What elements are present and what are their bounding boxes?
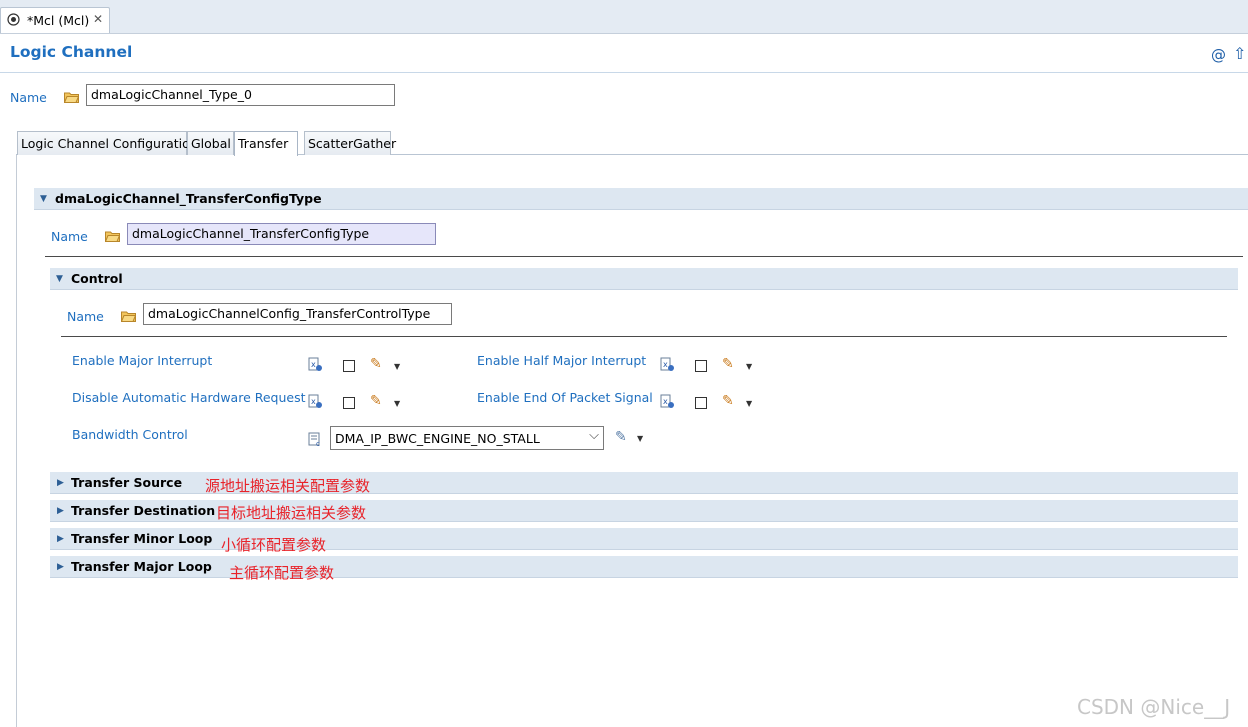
channel-name-input[interactable]: dmaLogicChannel_Type_0	[86, 84, 395, 106]
enable-major-interrupt-label: Enable Major Interrupt	[72, 353, 213, 368]
pencil-icon[interactable]: ✎	[370, 393, 382, 409]
annotation-transfer-source: 源地址搬运相关配置参数	[205, 477, 371, 495]
header-separator	[0, 72, 1248, 73]
separator	[45, 256, 1243, 257]
expand-right-icon[interactable]: ▶	[57, 534, 64, 544]
transfer-config-name-input[interactable]: dmaLogicChannel_TransferConfigType	[127, 223, 436, 245]
svg-text:x: x	[663, 360, 668, 369]
editor-tab-bar	[0, 0, 1248, 34]
separator	[61, 336, 1227, 337]
up-arrow-icon[interactable]: ⇧	[1233, 44, 1246, 63]
expand-down-icon[interactable]: ▼	[56, 274, 63, 284]
tab-transfer[interactable]: Transfer	[234, 131, 298, 156]
pencil-icon[interactable]: ✎	[722, 393, 734, 409]
section-title: dmaLogicChannel_TransferConfigType	[55, 191, 322, 206]
tab-logic-channel-configuration[interactable]: Logic Channel Configuration	[17, 131, 198, 155]
dropdown-arrow-icon[interactable]: ▼	[746, 399, 752, 408]
section-title: Transfer Major Loop	[71, 559, 212, 574]
tab-scattergather[interactable]: ScatterGather	[304, 131, 396, 155]
annotation-transfer-major-loop: 主循环配置参数	[229, 564, 335, 582]
control-section-header[interactable]: ▼ Control	[50, 268, 1238, 290]
bandwidth-control-label: Bandwidth Control	[72, 427, 188, 442]
annotation-transfer-minor-loop: 小循环配置参数	[221, 536, 327, 554]
transfer-config-name-label: Name	[51, 229, 88, 244]
svg-text:c: c	[316, 440, 320, 447]
dropdown-arrow-icon[interactable]: ▼	[746, 362, 752, 371]
section-title: Control	[71, 271, 123, 286]
watermark: CSDN @Nice__J	[1077, 695, 1231, 719]
dropdown-arrow-icon[interactable]: ▼	[637, 434, 643, 443]
expand-down-icon[interactable]: ▼	[40, 194, 47, 204]
folder-icon[interactable]	[64, 92, 79, 103]
module-icon	[7, 13, 20, 26]
at-icon[interactable]: @	[1211, 46, 1226, 64]
svg-text:x: x	[311, 360, 316, 369]
bandwidth-control-select[interactable]: DMA_IP_BWC_ENGINE_NO_STALL ⌵	[330, 426, 604, 450]
enable-half-major-interrupt-label: Enable Half Major Interrupt	[477, 353, 647, 368]
dropdown-arrow-icon[interactable]: ▼	[394, 399, 400, 408]
tab-global[interactable]: Global	[187, 131, 234, 155]
section-title: Transfer Destination	[71, 503, 216, 518]
control-name-input[interactable]: dmaLogicChannelConfig_TransferControlTyp…	[143, 303, 452, 325]
enable-end-of-packet-signal-checkbox[interactable]	[695, 397, 707, 409]
page-title: Logic Channel	[10, 43, 133, 61]
variable-icon[interactable]: x	[308, 357, 323, 372]
section-title: Transfer Minor Loop	[71, 531, 213, 546]
editor-tab-mcl[interactable]: *Mcl (Mcl) ✕	[0, 7, 110, 33]
annotation-transfer-destination: 目标地址搬运相关参数	[216, 504, 367, 522]
editor-tab-label: *Mcl (Mcl)	[27, 13, 90, 28]
enable-half-major-interrupt-checkbox[interactable]	[695, 360, 707, 372]
disable-automatic-hw-request-label: Disable Automatic Hardware Request	[72, 390, 306, 405]
section-title: Transfer Source	[71, 475, 183, 490]
disable-automatic-hw-request-checkbox[interactable]	[343, 397, 355, 409]
variable-icon[interactable]: x	[308, 394, 323, 409]
svg-text:x: x	[311, 397, 316, 406]
pencil-icon[interactable]: ✎	[370, 356, 382, 372]
panel-border	[16, 155, 17, 727]
folder-icon[interactable]	[105, 231, 120, 242]
bandwidth-control-value: DMA_IP_BWC_ENGINE_NO_STALL	[335, 431, 540, 446]
dropdown-arrow-icon[interactable]: ▼	[394, 362, 400, 371]
enum-icon[interactable]: c	[308, 432, 323, 447]
folder-icon[interactable]	[121, 311, 136, 322]
chevron-down-icon[interactable]: ⌵	[589, 428, 599, 443]
pencil-icon[interactable]: ✎	[722, 356, 734, 372]
edit-icon[interactable]: ✎	[615, 429, 627, 445]
expand-right-icon[interactable]: ▶	[57, 562, 64, 572]
close-icon[interactable]: ✕	[93, 12, 103, 26]
expand-right-icon[interactable]: ▶	[57, 506, 64, 516]
svg-text:x: x	[663, 397, 668, 406]
variable-icon[interactable]: x	[660, 357, 675, 372]
variable-icon[interactable]: x	[660, 394, 675, 409]
expand-right-icon[interactable]: ▶	[57, 478, 64, 488]
name-label: Name	[10, 90, 47, 105]
transfer-config-section-header[interactable]: ▼ dmaLogicChannel_TransferConfigType	[34, 188, 1248, 210]
enable-major-interrupt-checkbox[interactable]	[343, 360, 355, 372]
enable-end-of-packet-signal-label: Enable End Of Packet Signal	[477, 390, 653, 405]
control-name-label: Name	[67, 309, 104, 324]
